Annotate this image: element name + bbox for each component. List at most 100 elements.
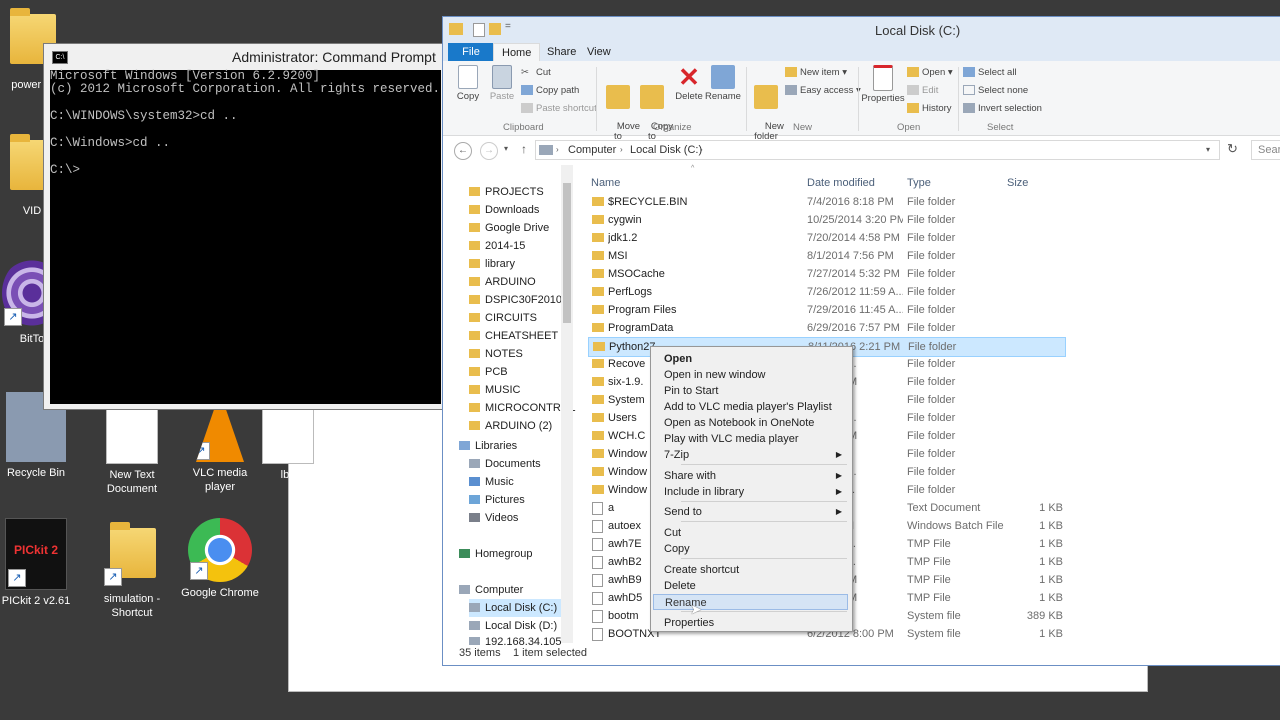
quick-access-dropdown-icon[interactable]: =: [505, 21, 511, 32]
new-item-label: New item: [800, 67, 840, 78]
desktop-icon-pickit[interactable]: PICkit 2 ↗ PICkit 2 v2.61: [0, 518, 76, 608]
menu-item[interactable]: Cut: [653, 525, 848, 541]
recent-locations-chevron-icon[interactable]: ▾: [504, 144, 508, 153]
copy-path-button[interactable]: Copy path: [521, 85, 579, 96]
menu-item[interactable]: Play with VLC media player: [653, 431, 848, 447]
file-row[interactable]: PerfLogs 7/26/2012 11:59 A... File folder: [588, 283, 1066, 301]
desktop-icon-folder-user[interactable]: ↗ simulation - Shortcut: [92, 518, 172, 620]
file-row[interactable]: jdk1.2 7/20/2014 4:58 PM File folder: [588, 229, 1066, 247]
breadcrumb-computer[interactable]: Computer: [568, 141, 616, 159]
menu-item[interactable]: Include in library ▶: [653, 484, 848, 500]
tab-view[interactable]: View: [579, 43, 619, 61]
nav-item[interactable]: MICROCONTROL: [469, 399, 575, 417]
nav-item[interactable]: library: [469, 255, 515, 273]
file-row[interactable]: ProgramData 6/29/2016 7:57 PM File folder: [588, 319, 1066, 337]
nav-item[interactable]: CHEATSHEET: [469, 327, 558, 345]
address-dropdown-icon[interactable]: ▾: [1206, 141, 1210, 159]
search-input[interactable]: Searc: [1251, 140, 1280, 160]
nav-local-disk-c[interactable]: Local Disk (C:): [469, 599, 569, 617]
cursor-pointer-icon: ➤: [690, 601, 702, 617]
nav-homegroup[interactable]: Homegroup: [459, 545, 532, 563]
nav-item[interactable]: Google Drive: [469, 219, 549, 237]
nav-videos[interactable]: Videos: [469, 509, 518, 527]
up-button[interactable]: ↑: [521, 142, 527, 156]
menu-item[interactable]: Open: [653, 351, 848, 367]
menu-item[interactable]: Delete: [653, 578, 848, 594]
nav-documents[interactable]: Documents: [469, 455, 541, 473]
column-name[interactable]: Name: [591, 177, 620, 189]
history-button[interactable]: History: [907, 103, 952, 114]
file-row[interactable]: MSOCache 7/27/2014 5:32 PM File folder: [588, 265, 1066, 283]
nav-item[interactable]: ARDUINO: [469, 273, 536, 291]
nav-item[interactable]: NOTES: [469, 345, 523, 363]
menu-item[interactable]: Open in new window: [653, 367, 848, 383]
tab-home[interactable]: Home: [493, 43, 541, 62]
nav-item[interactable]: Downloads: [469, 201, 539, 219]
back-button[interactable]: ←: [454, 142, 472, 160]
file-row[interactable]: Program Files 7/29/2016 11:45 A... File fo…: [588, 301, 1066, 319]
tab-share[interactable]: Share: [539, 43, 584, 61]
delete-button[interactable]: ✕ Delete: [672, 64, 706, 102]
menu-item[interactable]: 7-Zip ▶: [653, 447, 848, 463]
properties-icon[interactable]: [473, 23, 485, 37]
nav-item[interactable]: ARDUINO (2): [469, 417, 552, 435]
select-all-button[interactable]: Select all: [963, 67, 1017, 78]
paste-button[interactable]: Paste: [485, 65, 519, 102]
tab-file[interactable]: File: [448, 43, 494, 61]
refresh-icon[interactable]: ↻: [1227, 141, 1238, 157]
new-item-button[interactable]: New item ▾: [785, 67, 847, 78]
open-button[interactable]: Open ▾: [907, 67, 953, 78]
paste-shortcut-button[interactable]: Paste shortcut: [521, 103, 597, 114]
nav-item[interactable]: DSPIC30F2010: [469, 291, 562, 309]
nav-libraries[interactable]: Libraries: [459, 437, 517, 455]
menu-item[interactable]: Copy: [653, 541, 848, 557]
rename-button[interactable]: Rename: [705, 65, 741, 102]
column-date[interactable]: Date modified: [807, 177, 875, 189]
desktop-icon-chrome[interactable]: ↗ Google Chrome: [180, 518, 260, 600]
command-prompt-window[interactable]: C:\ Administrator: Command Prompt Micros…: [43, 43, 445, 410]
file-row[interactable]: $RECYCLE.BIN 7/4/2016 8:18 PM File folder: [588, 193, 1066, 211]
submenu-arrow-icon: ▶: [835, 487, 842, 496]
menu-item[interactable]: Add to VLC media player's Playlist: [653, 399, 848, 415]
new-folder-button[interactable]: New folder: [749, 65, 784, 152]
explorer-titlebar[interactable]: = Local Disk (C:): [443, 17, 1280, 43]
address-bar[interactable]: › Computer › Local Disk (C:) › ▾: [535, 140, 1220, 160]
move-to-button[interactable]: Move to: [601, 65, 640, 152]
file-row[interactable]: MSI 8/1/2014 7:56 PM File folder: [588, 247, 1066, 265]
nav-scrollbar-thumb[interactable]: [563, 183, 571, 323]
column-type[interactable]: Type: [907, 177, 931, 189]
nav-item[interactable]: CIRCUITS: [469, 309, 537, 327]
invert-selection-button[interactable]: Invert selection: [963, 103, 1042, 114]
nav-item[interactable]: PCB: [469, 363, 508, 381]
select-none-button[interactable]: Select none: [963, 85, 1028, 96]
cmd-console[interactable]: Microsoft Windows [Version 6.2.9200] (c) …: [50, 69, 441, 404]
menu-item[interactable]: Share with ▶: [653, 468, 848, 484]
menu-item[interactable]: Properties: [653, 615, 848, 631]
nav-computer[interactable]: Computer: [459, 581, 523, 599]
properties-button[interactable]: Properties: [861, 65, 905, 104]
breadcrumb-local-disk[interactable]: Local Disk (C:): [630, 141, 702, 159]
easy-access-button[interactable]: Easy access ▾: [785, 85, 861, 96]
copy-button[interactable]: Copy: [451, 65, 485, 102]
menu-item[interactable]: Rename: [653, 594, 848, 610]
menu-item[interactable]: Send to ▶: [653, 504, 848, 520]
file-row[interactable]: cygwin 10/25/2014 3:20 PM File folder: [588, 211, 1066, 229]
nav-scrollbar[interactable]: [561, 165, 573, 643]
menu-item[interactable]: Create shortcut: [653, 562, 848, 578]
forward-button[interactable]: →: [480, 142, 498, 160]
nav-item[interactable]: PROJECTS: [469, 183, 544, 201]
menu-item[interactable]: Open as Notebook in OneNote: [653, 415, 848, 431]
menu-item[interactable]: Pin to Start: [653, 383, 848, 399]
copy-to-button[interactable]: Copy to: [635, 65, 673, 152]
explorer-window[interactable]: = Local Disk (C:) File Home Share View C…: [442, 16, 1280, 666]
column-size[interactable]: Size: [1007, 177, 1028, 189]
cut-button[interactable]: ✂ Cut: [521, 67, 551, 78]
nav-item[interactable]: 2014-15: [469, 237, 525, 255]
new-folder-icon[interactable]: [489, 23, 501, 35]
edit-button[interactable]: Edit: [907, 85, 938, 96]
cmd-titlebar[interactable]: C:\ Administrator: Command Prompt: [44, 44, 444, 70]
nav-music[interactable]: Music: [469, 473, 514, 491]
nav-pictures[interactable]: Pictures: [469, 491, 525, 509]
nav-item[interactable]: MUSIC: [469, 381, 520, 399]
nav-network-share[interactable]: 192.168.34.105: [469, 633, 561, 645]
